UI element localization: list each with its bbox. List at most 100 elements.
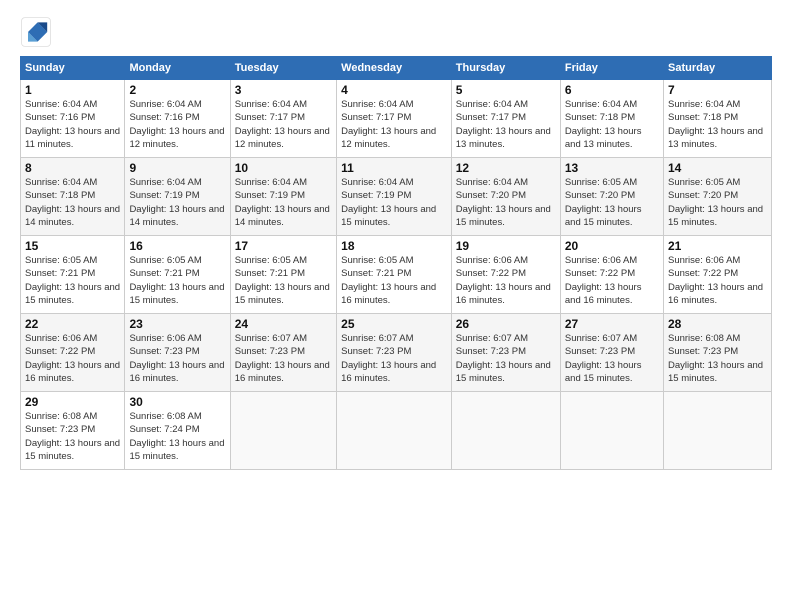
day-header-thursday: Thursday bbox=[451, 57, 560, 80]
day-number: 6 bbox=[565, 83, 659, 97]
calendar-cell: 20 Sunrise: 6:06 AM Sunset: 7:22 PM Dayl… bbox=[560, 236, 663, 314]
day-number: 26 bbox=[456, 317, 556, 331]
day-number: 22 bbox=[25, 317, 120, 331]
calendar-cell: 6 Sunrise: 6:04 AM Sunset: 7:18 PM Dayli… bbox=[560, 80, 663, 158]
calendar-cell bbox=[451, 392, 560, 470]
day-info: Sunrise: 6:04 AM Sunset: 7:18 PM Dayligh… bbox=[25, 176, 120, 229]
calendar-cell bbox=[337, 392, 452, 470]
day-info: Sunrise: 6:04 AM Sunset: 7:19 PM Dayligh… bbox=[235, 176, 332, 229]
day-number: 4 bbox=[341, 83, 447, 97]
day-info: Sunrise: 6:04 AM Sunset: 7:19 PM Dayligh… bbox=[341, 176, 447, 229]
day-number: 10 bbox=[235, 161, 332, 175]
day-info: Sunrise: 6:07 AM Sunset: 7:23 PM Dayligh… bbox=[235, 332, 332, 385]
day-info: Sunrise: 6:06 AM Sunset: 7:22 PM Dayligh… bbox=[668, 254, 767, 307]
day-header-saturday: Saturday bbox=[663, 57, 771, 80]
calendar-cell: 29 Sunrise: 6:08 AM Sunset: 7:23 PM Dayl… bbox=[21, 392, 125, 470]
day-info: Sunrise: 6:04 AM Sunset: 7:17 PM Dayligh… bbox=[341, 98, 447, 151]
day-info: Sunrise: 6:05 AM Sunset: 7:21 PM Dayligh… bbox=[129, 254, 225, 307]
page: SundayMondayTuesdayWednesdayThursdayFrid… bbox=[0, 0, 792, 612]
day-number: 3 bbox=[235, 83, 332, 97]
calendar-cell: 19 Sunrise: 6:06 AM Sunset: 7:22 PM Dayl… bbox=[451, 236, 560, 314]
calendar-cell: 18 Sunrise: 6:05 AM Sunset: 7:21 PM Dayl… bbox=[337, 236, 452, 314]
day-info: Sunrise: 6:05 AM Sunset: 7:20 PM Dayligh… bbox=[668, 176, 767, 229]
day-info: Sunrise: 6:05 AM Sunset: 7:21 PM Dayligh… bbox=[235, 254, 332, 307]
calendar-cell bbox=[560, 392, 663, 470]
calendar-cell: 10 Sunrise: 6:04 AM Sunset: 7:19 PM Dayl… bbox=[230, 158, 336, 236]
day-info: Sunrise: 6:04 AM Sunset: 7:18 PM Dayligh… bbox=[668, 98, 767, 151]
day-number: 21 bbox=[668, 239, 767, 253]
day-info: Sunrise: 6:06 AM Sunset: 7:22 PM Dayligh… bbox=[25, 332, 120, 385]
calendar-cell: 1 Sunrise: 6:04 AM Sunset: 7:16 PM Dayli… bbox=[21, 80, 125, 158]
calendar-cell: 14 Sunrise: 6:05 AM Sunset: 7:20 PM Dayl… bbox=[663, 158, 771, 236]
day-number: 7 bbox=[668, 83, 767, 97]
logo bbox=[20, 16, 58, 48]
calendar-cell: 17 Sunrise: 6:05 AM Sunset: 7:21 PM Dayl… bbox=[230, 236, 336, 314]
calendar-week-4: 22 Sunrise: 6:06 AM Sunset: 7:22 PM Dayl… bbox=[21, 314, 772, 392]
day-number: 17 bbox=[235, 239, 332, 253]
calendar-cell: 9 Sunrise: 6:04 AM Sunset: 7:19 PM Dayli… bbox=[125, 158, 230, 236]
day-info: Sunrise: 6:04 AM Sunset: 7:17 PM Dayligh… bbox=[456, 98, 556, 151]
calendar-cell: 21 Sunrise: 6:06 AM Sunset: 7:22 PM Dayl… bbox=[663, 236, 771, 314]
calendar-cell: 28 Sunrise: 6:08 AM Sunset: 7:23 PM Dayl… bbox=[663, 314, 771, 392]
day-info: Sunrise: 6:07 AM Sunset: 7:23 PM Dayligh… bbox=[456, 332, 556, 385]
day-number: 28 bbox=[668, 317, 767, 331]
day-number: 16 bbox=[129, 239, 225, 253]
calendar-cell bbox=[663, 392, 771, 470]
day-info: Sunrise: 6:06 AM Sunset: 7:23 PM Dayligh… bbox=[129, 332, 225, 385]
day-number: 18 bbox=[341, 239, 447, 253]
day-number: 8 bbox=[25, 161, 120, 175]
day-number: 12 bbox=[456, 161, 556, 175]
day-info: Sunrise: 6:07 AM Sunset: 7:23 PM Dayligh… bbox=[565, 332, 659, 385]
day-header-friday: Friday bbox=[560, 57, 663, 80]
day-number: 23 bbox=[129, 317, 225, 331]
day-info: Sunrise: 6:05 AM Sunset: 7:21 PM Dayligh… bbox=[341, 254, 447, 307]
day-info: Sunrise: 6:04 AM Sunset: 7:19 PM Dayligh… bbox=[129, 176, 225, 229]
day-number: 2 bbox=[129, 83, 225, 97]
day-info: Sunrise: 6:05 AM Sunset: 7:20 PM Dayligh… bbox=[565, 176, 659, 229]
day-number: 9 bbox=[129, 161, 225, 175]
calendar-week-1: 1 Sunrise: 6:04 AM Sunset: 7:16 PM Dayli… bbox=[21, 80, 772, 158]
calendar-cell: 11 Sunrise: 6:04 AM Sunset: 7:19 PM Dayl… bbox=[337, 158, 452, 236]
calendar-cell: 30 Sunrise: 6:08 AM Sunset: 7:24 PM Dayl… bbox=[125, 392, 230, 470]
day-number: 1 bbox=[25, 83, 120, 97]
day-header-wednesday: Wednesday bbox=[337, 57, 452, 80]
calendar-header-row: SundayMondayTuesdayWednesdayThursdayFrid… bbox=[21, 57, 772, 80]
day-header-sunday: Sunday bbox=[21, 57, 125, 80]
day-info: Sunrise: 6:04 AM Sunset: 7:18 PM Dayligh… bbox=[565, 98, 659, 151]
day-number: 5 bbox=[456, 83, 556, 97]
day-info: Sunrise: 6:08 AM Sunset: 7:24 PM Dayligh… bbox=[129, 410, 225, 463]
calendar-table: SundayMondayTuesdayWednesdayThursdayFrid… bbox=[20, 56, 772, 470]
day-number: 24 bbox=[235, 317, 332, 331]
calendar-cell: 22 Sunrise: 6:06 AM Sunset: 7:22 PM Dayl… bbox=[21, 314, 125, 392]
day-number: 20 bbox=[565, 239, 659, 253]
calendar-cell: 27 Sunrise: 6:07 AM Sunset: 7:23 PM Dayl… bbox=[560, 314, 663, 392]
day-info: Sunrise: 6:06 AM Sunset: 7:22 PM Dayligh… bbox=[565, 254, 659, 307]
day-number: 27 bbox=[565, 317, 659, 331]
day-number: 11 bbox=[341, 161, 447, 175]
calendar-cell: 16 Sunrise: 6:05 AM Sunset: 7:21 PM Dayl… bbox=[125, 236, 230, 314]
calendar-week-2: 8 Sunrise: 6:04 AM Sunset: 7:18 PM Dayli… bbox=[21, 158, 772, 236]
calendar-cell: 25 Sunrise: 6:07 AM Sunset: 7:23 PM Dayl… bbox=[337, 314, 452, 392]
logo-icon bbox=[20, 16, 52, 48]
calendar-cell: 12 Sunrise: 6:04 AM Sunset: 7:20 PM Dayl… bbox=[451, 158, 560, 236]
day-number: 29 bbox=[25, 395, 120, 409]
calendar-cell: 15 Sunrise: 6:05 AM Sunset: 7:21 PM Dayl… bbox=[21, 236, 125, 314]
calendar-cell: 13 Sunrise: 6:05 AM Sunset: 7:20 PM Dayl… bbox=[560, 158, 663, 236]
day-info: Sunrise: 6:04 AM Sunset: 7:16 PM Dayligh… bbox=[25, 98, 120, 151]
day-info: Sunrise: 6:06 AM Sunset: 7:22 PM Dayligh… bbox=[456, 254, 556, 307]
day-number: 15 bbox=[25, 239, 120, 253]
day-number: 25 bbox=[341, 317, 447, 331]
calendar-week-3: 15 Sunrise: 6:05 AM Sunset: 7:21 PM Dayl… bbox=[21, 236, 772, 314]
calendar-week-5: 29 Sunrise: 6:08 AM Sunset: 7:23 PM Dayl… bbox=[21, 392, 772, 470]
day-info: Sunrise: 6:04 AM Sunset: 7:20 PM Dayligh… bbox=[456, 176, 556, 229]
calendar-cell: 4 Sunrise: 6:04 AM Sunset: 7:17 PM Dayli… bbox=[337, 80, 452, 158]
calendar-cell: 7 Sunrise: 6:04 AM Sunset: 7:18 PM Dayli… bbox=[663, 80, 771, 158]
day-info: Sunrise: 6:04 AM Sunset: 7:17 PM Dayligh… bbox=[235, 98, 332, 151]
day-info: Sunrise: 6:08 AM Sunset: 7:23 PM Dayligh… bbox=[25, 410, 120, 463]
day-number: 30 bbox=[129, 395, 225, 409]
day-header-tuesday: Tuesday bbox=[230, 57, 336, 80]
calendar-cell: 2 Sunrise: 6:04 AM Sunset: 7:16 PM Dayli… bbox=[125, 80, 230, 158]
day-number: 13 bbox=[565, 161, 659, 175]
calendar-cell bbox=[230, 392, 336, 470]
day-header-monday: Monday bbox=[125, 57, 230, 80]
